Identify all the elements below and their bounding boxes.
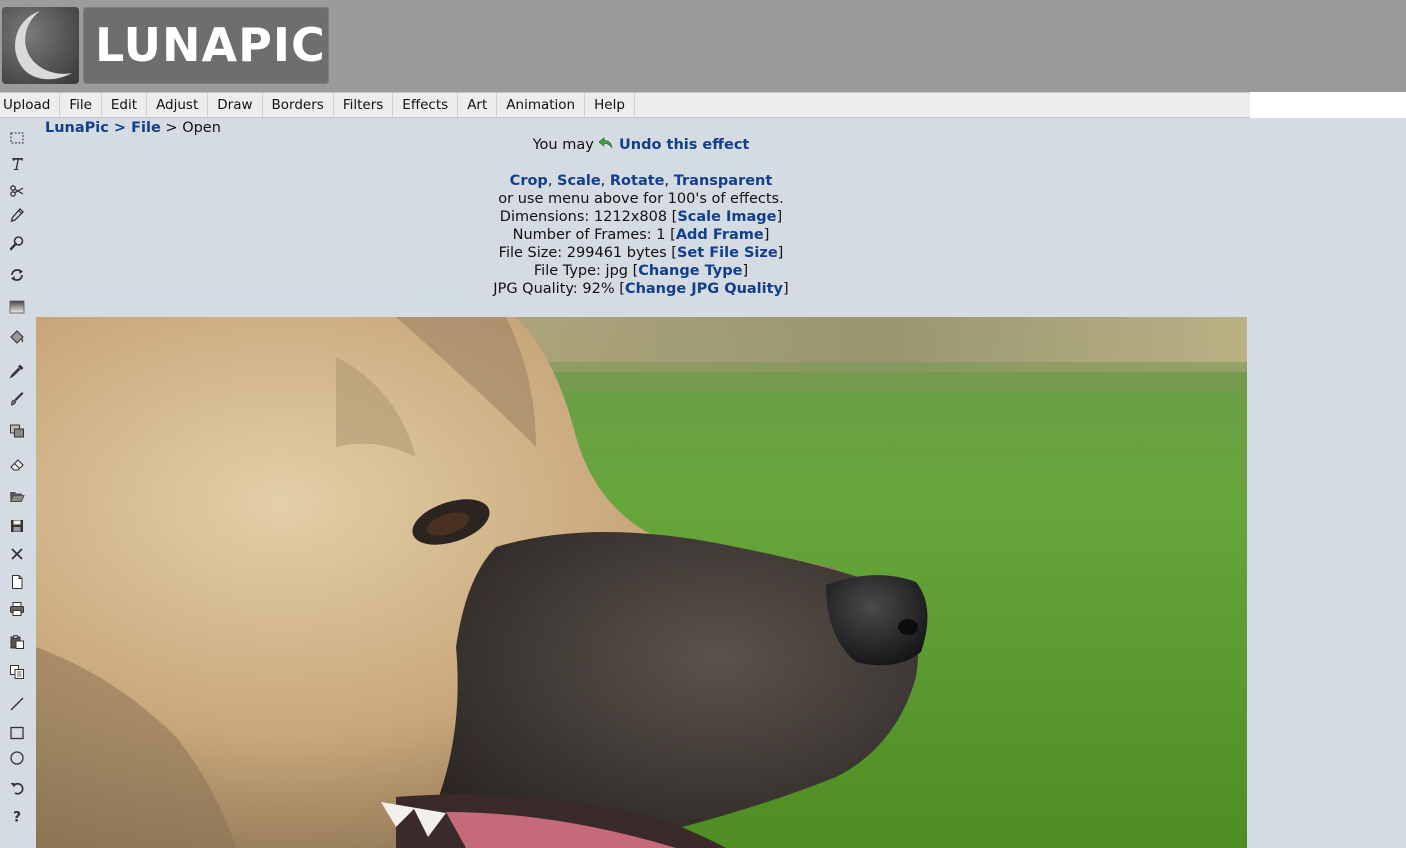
- eyedropper-icon[interactable]: [6, 360, 28, 382]
- filesize-line: File Size: 299461 bytes [Set File Size]: [498, 245, 784, 261]
- paste-icon[interactable]: [6, 631, 28, 653]
- transparent-link[interactable]: Transparent: [674, 173, 773, 189]
- dimensions-label: Dimensions: 1212x808: [499, 209, 668, 225]
- copy-icon[interactable]: [6, 661, 28, 683]
- menu-upload[interactable]: Upload: [0, 93, 61, 117]
- menu-borders[interactable]: Borders: [263, 93, 334, 117]
- add-frame-link[interactable]: Add Frame: [676, 227, 764, 243]
- zoom-icon[interactable]: [6, 232, 28, 254]
- new-document-icon[interactable]: [6, 571, 28, 593]
- clone-icon[interactable]: [6, 420, 28, 442]
- menu-art[interactable]: Art: [458, 93, 498, 117]
- menu-animation[interactable]: Animation: [497, 93, 586, 117]
- menu-hint: or use menu above for 100's of effects.: [498, 191, 784, 207]
- menu-filters[interactable]: Filters: [334, 93, 394, 117]
- image-canvas[interactable]: [36, 317, 1247, 848]
- brush-icon[interactable]: [6, 388, 28, 410]
- quality-line: JPG Quality: 92% [Change JPG Quality]: [493, 281, 789, 297]
- rotate-icon[interactable]: [6, 264, 28, 286]
- save-icon[interactable]: [6, 515, 28, 537]
- breadcrumb-current: Open: [182, 120, 221, 136]
- print-icon[interactable]: [6, 598, 28, 620]
- logo-moon-icon: [2, 7, 79, 84]
- scale-link[interactable]: Scale: [557, 173, 601, 189]
- close-icon[interactable]: [6, 543, 28, 565]
- undo-prefix: You may: [532, 137, 599, 153]
- undo-arrow-icon: [598, 137, 614, 153]
- menu-help[interactable]: Help: [585, 93, 635, 117]
- tools-sidebar: ?: [0, 118, 36, 848]
- header: LUNAPIC: [0, 0, 1406, 92]
- change-jpg-quality-link[interactable]: Change JPG Quality: [625, 281, 783, 297]
- filetype-line: File Type: jpg [Change Type]: [533, 263, 749, 279]
- line-icon[interactable]: [6, 693, 28, 715]
- undo-icon[interactable]: [6, 777, 28, 799]
- lunapic-logo[interactable]: LUNAPIC: [2, 7, 329, 84]
- change-type-link[interactable]: Change Type: [638, 263, 742, 279]
- breadcrumb-separator: >: [108, 120, 132, 136]
- logo-wordmark: LUNAPIC: [83, 7, 329, 84]
- menu-draw[interactable]: Draw: [208, 93, 263, 117]
- menu-effects[interactable]: Effects: [393, 93, 459, 117]
- circle-icon[interactable]: [6, 747, 28, 769]
- quick-actions-line: Crop, Scale, Rotate, Transparent: [509, 173, 773, 189]
- rotate-link[interactable]: Rotate: [610, 173, 665, 189]
- filetype-label: File Type: jpg: [533, 263, 628, 279]
- breadcrumb: LunaPic > File > Open: [45, 118, 221, 138]
- quality-label: JPG Quality: 92%: [493, 281, 615, 297]
- gradient-icon[interactable]: [6, 296, 28, 318]
- help-icon[interactable]: ?: [6, 805, 28, 827]
- undo-effect-link[interactable]: Undo this effect: [619, 137, 749, 153]
- paint-bucket-icon[interactable]: [6, 326, 28, 348]
- scissors-icon[interactable]: [6, 180, 28, 202]
- undo-line: You may Undo this effect: [36, 136, 1246, 154]
- frames-line: Number of Frames: 1 [Add Frame]: [512, 227, 770, 243]
- eraser-icon[interactable]: [6, 454, 28, 476]
- logo-text: LUNAPIC: [95, 18, 326, 72]
- breadcrumb-home-link[interactable]: LunaPic: [45, 120, 109, 136]
- pencil-icon[interactable]: [6, 204, 28, 226]
- text-tool-icon[interactable]: [6, 153, 28, 175]
- marquee-select-icon[interactable]: [6, 127, 28, 149]
- menu-file[interactable]: File: [60, 93, 102, 117]
- frames-label: Number of Frames: 1: [512, 227, 666, 243]
- rectangle-icon[interactable]: [6, 722, 28, 744]
- filesize-label: File Size: 299461 bytes: [498, 245, 667, 261]
- breadcrumb-separator: >: [160, 120, 183, 136]
- breadcrumb-file-link[interactable]: File: [131, 120, 161, 136]
- main-menubar: Upload File Edit Adjust Draw Borders Fil…: [0, 92, 1250, 118]
- app-root: LUNAPIC Upload File Edit Adjust Draw Bor…: [0, 0, 1406, 848]
- image-info-panel: You may Undo this effect Crop, Scale, Ro…: [36, 136, 1246, 298]
- right-margin: [1247, 118, 1406, 848]
- set-file-size-link[interactable]: Set File Size: [677, 245, 778, 261]
- menu-edit[interactable]: Edit: [102, 93, 148, 117]
- dimensions-line: Dimensions: 1212x808 [Scale Image]: [499, 209, 783, 225]
- scale-image-link[interactable]: Scale Image: [677, 209, 776, 225]
- open-folder-icon[interactable]: [6, 485, 28, 507]
- menu-adjust[interactable]: Adjust: [147, 93, 209, 117]
- crop-link[interactable]: Crop: [510, 173, 548, 189]
- svg-text:?: ?: [13, 810, 21, 825]
